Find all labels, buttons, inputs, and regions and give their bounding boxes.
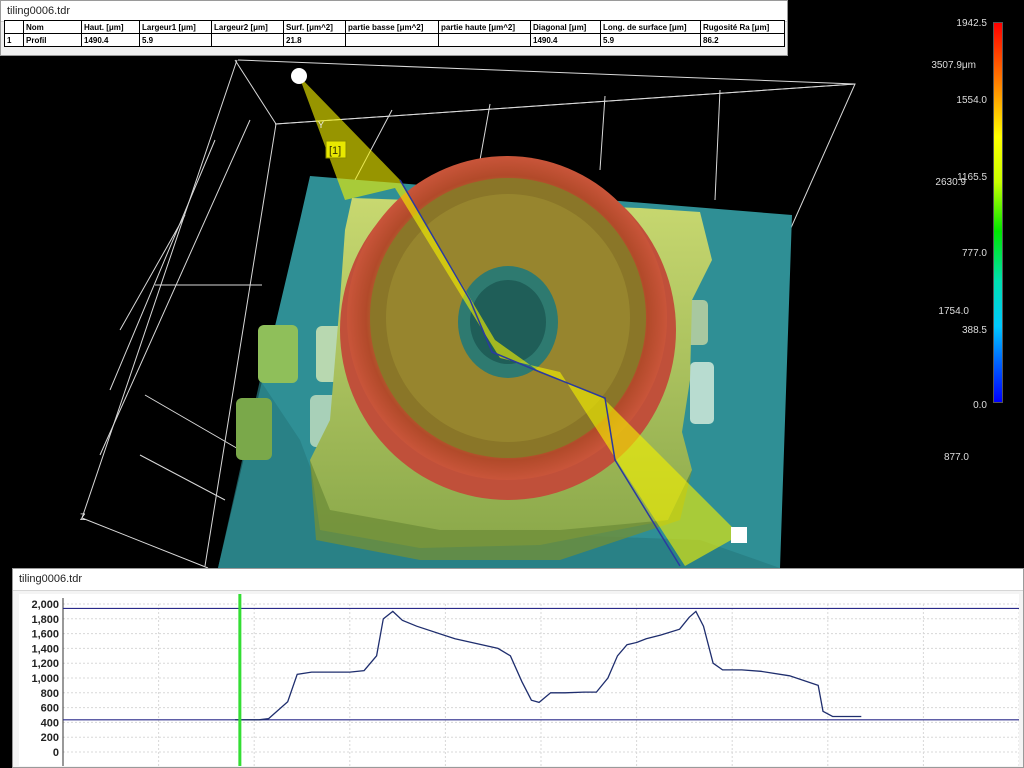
y-tick-label: 1,200	[31, 658, 59, 670]
axis-z-label: Z	[80, 512, 86, 522]
column-header[interactable]: Diagonal [μm]	[530, 20, 601, 34]
profile-start-handle[interactable]	[291, 68, 307, 84]
color-scale-label: 1554.0	[956, 95, 987, 106]
axis-y-label: Y	[318, 120, 324, 130]
column-header	[4, 20, 24, 34]
axis-value-label: 877.0	[943, 452, 969, 463]
color-scale-label: 388.5	[961, 325, 987, 336]
profile-window[interactable]: tiling0006.tdr 2,000 1,800 1,600 1,400 1,200…	[12, 568, 1024, 768]
column-header[interactable]: Largeur2 [μm]	[211, 20, 284, 34]
column-header[interactable]: Largeur1 [μm]	[139, 20, 212, 34]
y-tick-label: 0	[53, 747, 59, 759]
measurement-table: Nom Haut. [μm] Largeur1 [μm] Largeur2 [μ…	[4, 20, 785, 47]
table-cell: 5.9	[139, 33, 212, 47]
y-tick-label: 1,800	[31, 614, 59, 626]
y-tick-label: 1,000	[31, 673, 59, 685]
table-cell	[345, 33, 439, 47]
measurement-window[interactable]: tiling0006.tdr Nom Haut. [μm] Largeur1 […	[0, 0, 788, 56]
color-scale-label: 777.0	[961, 248, 987, 259]
table-cell: 86.2	[700, 33, 785, 47]
table-cell: 21.8	[283, 33, 346, 47]
table-cell: 1	[4, 33, 24, 47]
column-header[interactable]: partie haute [μm^2]	[438, 20, 531, 34]
y-tick-label: 2,000	[31, 599, 59, 611]
y-tick-label: 400	[41, 717, 59, 729]
y-tick-label: 1,400	[31, 643, 59, 655]
y-tick-label: 1,600	[31, 629, 59, 641]
plot-background	[19, 594, 1019, 766]
table-cell	[211, 33, 284, 47]
table-row[interactable]: 1 Profil 1490.4 5.9 21.8 1490.4 5.9 86.2	[4, 33, 785, 47]
table-cell: 1490.4	[81, 33, 140, 47]
table-cell	[438, 33, 531, 47]
column-header[interactable]: Rugosité Ra [μm]	[700, 20, 785, 34]
y-tick-label: 600	[41, 703, 59, 715]
table-cell: Profil	[23, 33, 82, 47]
color-scale-label: 1165.5	[957, 172, 987, 183]
color-scale-label: 0.0	[973, 400, 987, 411]
table-cell: 1490.4	[530, 33, 601, 47]
table-header-row: Nom Haut. [μm] Largeur1 [μm] Largeur2 [μ…	[4, 20, 785, 34]
column-header[interactable]: Haut. [μm]	[81, 20, 140, 34]
axis-value-label: 3507.9μm	[931, 60, 976, 71]
y-tick-label: 800	[41, 688, 59, 700]
axis-value-label: 1754.0	[938, 306, 969, 317]
column-header[interactable]: partie basse [μm^2]	[345, 20, 439, 34]
y-tick-label: 200	[41, 732, 59, 744]
color-scale-label: 1942.5	[956, 18, 987, 29]
color-scale-bar	[993, 22, 1003, 403]
column-header[interactable]: Long. de surface [μm]	[600, 20, 701, 34]
profile-end-handle[interactable]	[731, 527, 747, 543]
column-header[interactable]: Surf. [μm^2]	[283, 20, 346, 34]
profile-marker-label: [1]	[329, 145, 341, 157]
table-cell: 5.9	[600, 33, 701, 47]
profile-chart[interactable]: 2,000 1,800 1,600 1,400 1,200 1,000 800 600 400 2…	[19, 594, 1019, 766]
column-header[interactable]: Nom	[23, 20, 82, 34]
profile-window-title: tiling0006.tdr	[13, 569, 1023, 591]
measurement-window-title: tiling0006.tdr	[1, 1, 787, 22]
